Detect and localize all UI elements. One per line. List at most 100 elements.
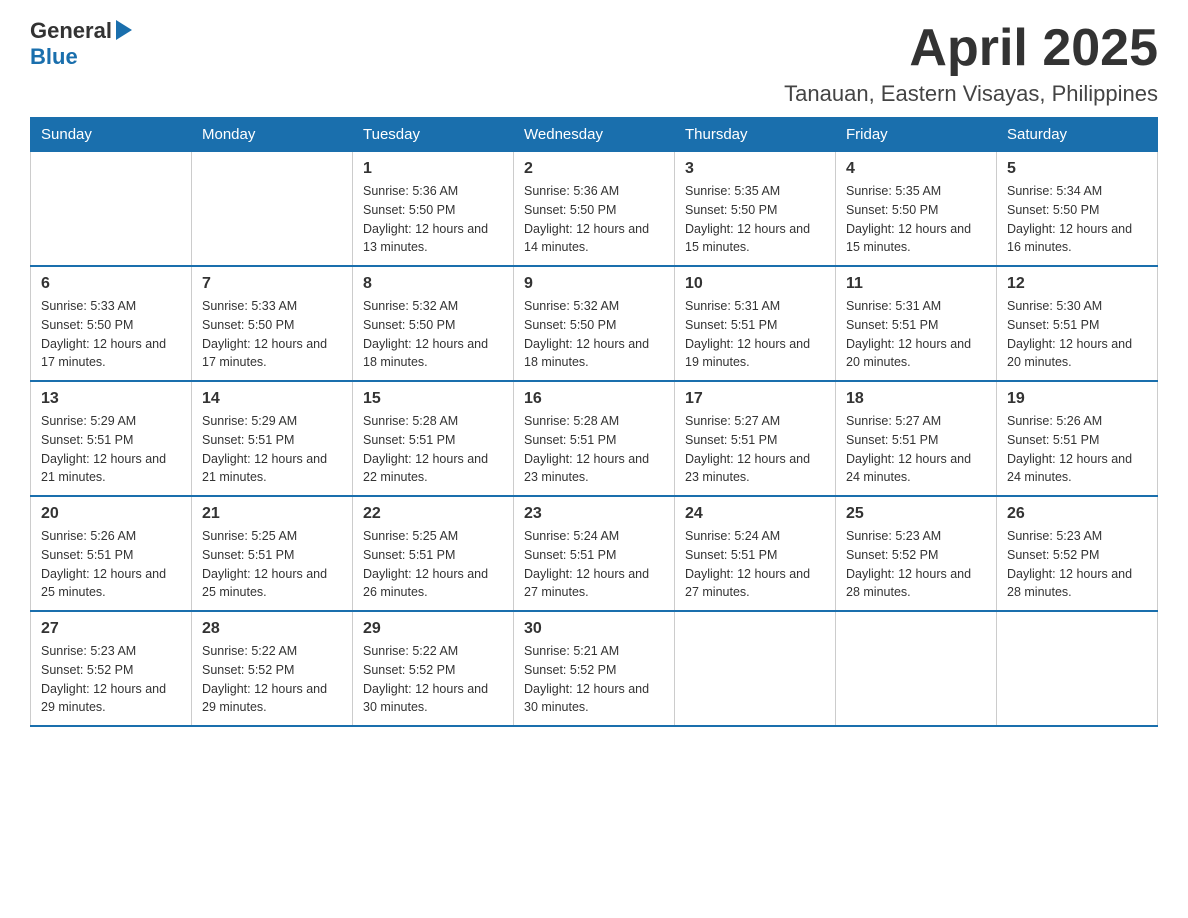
day-info: Sunrise: 5:28 AMSunset: 5:51 PMDaylight:… (363, 412, 503, 487)
day-info: Sunrise: 5:35 AMSunset: 5:50 PMDaylight:… (846, 182, 986, 257)
calendar-cell-w4d7: 26Sunrise: 5:23 AMSunset: 5:52 PMDayligh… (997, 496, 1158, 611)
day-info: Sunrise: 5:24 AMSunset: 5:51 PMDaylight:… (524, 527, 664, 602)
title-block: April 2025 Tanauan, Eastern Visayas, Phi… (784, 20, 1158, 107)
logo: General Blue (30, 20, 132, 70)
day-number: 19 (1007, 390, 1147, 408)
calendar-title: April 2025 (784, 20, 1158, 77)
day-info: Sunrise: 5:23 AMSunset: 5:52 PMDaylight:… (41, 642, 181, 717)
day-number: 3 (685, 160, 825, 178)
calendar-cell-w2d3: 8 Sunrise: 5:32 AMSunset: 5:50 PMDaylight… (353, 266, 514, 381)
day-number: 13 (41, 390, 181, 408)
page-header: General Blue April 2025 Tanauan, Eastern… (30, 20, 1158, 107)
calendar-cell-w2d2: 7 Sunrise: 5:33 AMSunset: 5:50 PMDaylight… (192, 266, 353, 381)
calendar-cell-w1d3: 1Sunrise: 5:36 AMSunset: 5:50 PMDaylight… (353, 152, 514, 267)
day-info: Sunrise: 5:32 AMSunset: 5:50 PMDaylight:… (524, 297, 664, 372)
day-info: Sunrise: 5:31 AMSunset: 5:51 PMDaylight:… (685, 297, 825, 372)
calendar-cell-w4d4: 23 Sunrise: 5:24 AMSunset: 5:51 PMDayligh… (514, 496, 675, 611)
calendar-cell-w1d7: 5 Sunrise: 5:34 AMSunset: 5:50 PMDaylight… (997, 152, 1158, 267)
header-wednesday: Wednesday (514, 118, 675, 152)
calendar-subtitle: Tanauan, Eastern Visayas, Philippines (784, 81, 1158, 107)
calendar-cell-w1d1 (31, 152, 192, 267)
calendar-week-1: 1 Sunrise: 5:36 AMSunset: 5:50 PMDaylight… (31, 152, 1158, 267)
header-monday: Monday (192, 118, 353, 152)
calendar-cell-w5d2: 28Sunrise: 5:22 AMSunset: 5:52 PMDayligh… (192, 611, 353, 726)
day-number: 6 (41, 275, 181, 293)
day-number: 4 (846, 160, 986, 178)
day-info: Sunrise: 5:21 AMSunset: 5:52 PMDaylight:… (524, 642, 664, 717)
calendar-cell-w5d4: 30 Sunrise: 5:21 AMSunset: 5:52 PMDayligh… (514, 611, 675, 726)
calendar-cell-w2d6: 11Sunrise: 5:31 AMSunset: 5:51 PMDayligh… (836, 266, 997, 381)
day-info: Sunrise: 5:22 AMSunset: 5:52 PMDaylight:… (202, 642, 342, 717)
day-info: Sunrise: 5:35 AMSunset: 5:50 PMDaylight:… (685, 182, 825, 257)
day-number: 10 (685, 275, 825, 293)
calendar-cell-w3d3: 15 Sunrise: 5:28 AMSunset: 5:51 PMDayligh… (353, 381, 514, 496)
calendar-cell-w5d5 (675, 611, 836, 726)
calendar-week-2: 6 Sunrise: 5:33 AMSunset: 5:50 PMDaylight… (31, 266, 1158, 381)
day-number: 23 (524, 505, 664, 523)
calendar-cell-w5d6 (836, 611, 997, 726)
day-info: Sunrise: 5:26 AMSunset: 5:51 PMDaylight:… (41, 527, 181, 602)
calendar-cell-w3d1: 13 Sunrise: 5:29 AMSunset: 5:51 PMDayligh… (31, 381, 192, 496)
calendar-cell-w4d5: 24 Sunrise: 5:24 AMSunset: 5:51 PMDayligh… (675, 496, 836, 611)
day-info: Sunrise: 5:26 AMSunset: 5:51 PMDaylight:… (1007, 412, 1147, 487)
day-info: Sunrise: 5:28 AMSunset: 5:51 PMDaylight:… (524, 412, 664, 487)
calendar-week-5: 27 Sunrise: 5:23 AMSunset: 5:52 PMDayligh… (31, 611, 1158, 726)
day-number: 17 (685, 390, 825, 408)
day-info: Sunrise: 5:23 AMSunset: 5:52 PMDaylight:… (846, 527, 986, 602)
calendar-cell-w1d2 (192, 152, 353, 267)
calendar-cell-w2d7: 12Sunrise: 5:30 AMSunset: 5:51 PMDayligh… (997, 266, 1158, 381)
day-number: 1 (363, 160, 503, 178)
calendar-cell-w1d4: 2 Sunrise: 5:36 AMSunset: 5:50 PMDaylight… (514, 152, 675, 267)
calendar-cell-w4d3: 22Sunrise: 5:25 AMSunset: 5:51 PMDayligh… (353, 496, 514, 611)
calendar-cell-w4d2: 21 Sunrise: 5:25 AMSunset: 5:51 PMDayligh… (192, 496, 353, 611)
day-number: 20 (41, 505, 181, 523)
day-info: Sunrise: 5:33 AMSunset: 5:50 PMDaylight:… (41, 297, 181, 372)
header-tuesday: Tuesday (353, 118, 514, 152)
day-info: Sunrise: 5:25 AMSunset: 5:51 PMDaylight:… (202, 527, 342, 602)
day-info: Sunrise: 5:33 AMSunset: 5:50 PMDaylight:… (202, 297, 342, 372)
day-number: 30 (524, 620, 664, 638)
day-info: Sunrise: 5:36 AMSunset: 5:50 PMDaylight:… (524, 182, 664, 257)
day-number: 24 (685, 505, 825, 523)
day-info: Sunrise: 5:27 AMSunset: 5:51 PMDaylight:… (685, 412, 825, 487)
calendar-cell-w3d2: 14Sunrise: 5:29 AMSunset: 5:51 PMDayligh… (192, 381, 353, 496)
day-number: 12 (1007, 275, 1147, 293)
day-number: 15 (363, 390, 503, 408)
day-number: 2 (524, 160, 664, 178)
day-number: 29 (363, 620, 503, 638)
calendar-cell-w4d1: 20 Sunrise: 5:26 AMSunset: 5:51 PMDayligh… (31, 496, 192, 611)
calendar-week-3: 13 Sunrise: 5:29 AMSunset: 5:51 PMDayligh… (31, 381, 1158, 496)
day-number: 21 (202, 505, 342, 523)
logo-blue: Blue (30, 44, 132, 70)
day-info: Sunrise: 5:29 AMSunset: 5:51 PMDaylight:… (41, 412, 181, 487)
day-info: Sunrise: 5:22 AMSunset: 5:52 PMDaylight:… (363, 642, 503, 717)
calendar-cell-w4d6: 25Sunrise: 5:23 AMSunset: 5:52 PMDayligh… (836, 496, 997, 611)
day-info: Sunrise: 5:27 AMSunset: 5:51 PMDaylight:… (846, 412, 986, 487)
day-number: 16 (524, 390, 664, 408)
calendar-cell-w3d7: 19 Sunrise: 5:26 AMSunset: 5:51 PMDayligh… (997, 381, 1158, 496)
day-info: Sunrise: 5:34 AMSunset: 5:50 PMDaylight:… (1007, 182, 1147, 257)
calendar-cell-w1d5: 3 Sunrise: 5:35 AMSunset: 5:50 PMDaylight… (675, 152, 836, 267)
day-number: 7 (202, 275, 342, 293)
day-info: Sunrise: 5:24 AMSunset: 5:51 PMDaylight:… (685, 527, 825, 602)
calendar-cell-w2d1: 6 Sunrise: 5:33 AMSunset: 5:50 PMDaylight… (31, 266, 192, 381)
day-number: 5 (1007, 160, 1147, 178)
day-number: 8 (363, 275, 503, 293)
day-number: 9 (524, 275, 664, 293)
calendar-cell-w5d1: 27 Sunrise: 5:23 AMSunset: 5:52 PMDayligh… (31, 611, 192, 726)
day-info: Sunrise: 5:32 AMSunset: 5:50 PMDaylight:… (363, 297, 503, 372)
day-info: Sunrise: 5:29 AMSunset: 5:51 PMDaylight:… (202, 412, 342, 487)
calendar-header: Sunday Monday Tuesday Wednesday Thursday… (31, 118, 1158, 152)
calendar-cell-w3d6: 18 Sunrise: 5:27 AMSunset: 5:51 PMDayligh… (836, 381, 997, 496)
calendar-cell-w5d7 (997, 611, 1158, 726)
header-friday: Friday (836, 118, 997, 152)
header-row: Sunday Monday Tuesday Wednesday Thursday… (31, 118, 1158, 152)
day-number: 18 (846, 390, 986, 408)
calendar-cell-w3d4: 16 Sunrise: 5:28 AMSunset: 5:51 PMDayligh… (514, 381, 675, 496)
calendar-body: 1 Sunrise: 5:36 AMSunset: 5:50 PMDaylight… (31, 152, 1158, 727)
calendar-week-4: 20 Sunrise: 5:26 AMSunset: 5:51 PMDayligh… (31, 496, 1158, 611)
calendar-cell-w1d6: 4 Sunrise: 5:35 AMSunset: 5:50 PMDaylight… (836, 152, 997, 267)
day-number: 27 (41, 620, 181, 638)
calendar-cell-w2d4: 9 Sunrise: 5:32 AMSunset: 5:50 PMDaylight… (514, 266, 675, 381)
day-info: Sunrise: 5:31 AMSunset: 5:51 PMDaylight:… (846, 297, 986, 372)
